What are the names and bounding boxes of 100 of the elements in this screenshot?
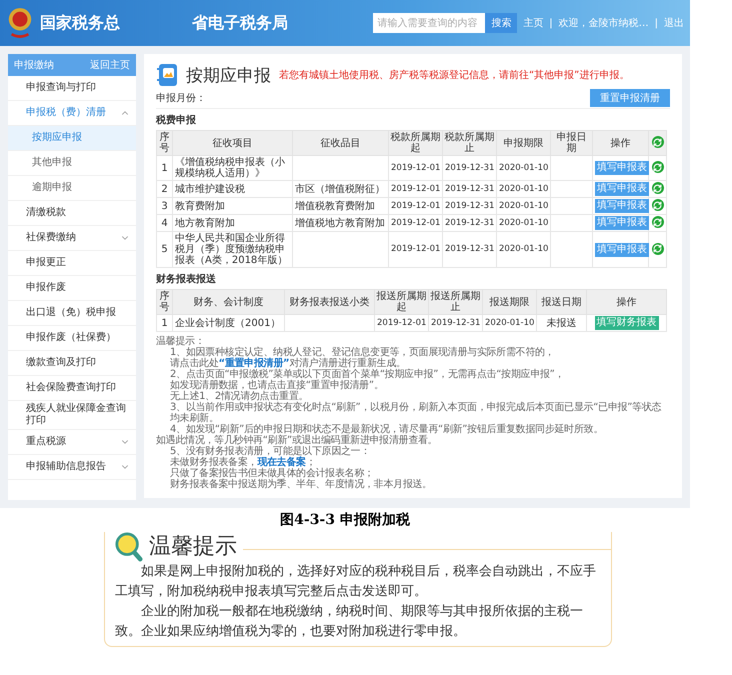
column-header: 序号 — [156, 290, 172, 314]
column-header: 财务报表报送小类 — [284, 290, 374, 314]
tips-title: 温馨提示： — [156, 336, 206, 347]
column-header: 征收品目 — [292, 130, 388, 156]
table-cell: 城市维护建设税 — [172, 180, 292, 198]
refresh-icon[interactable] — [652, 136, 664, 148]
tip-line: 如发现清册数据，也请点击直接“重置申报清册”。 — [169, 380, 384, 391]
tip-line: 1、如因票种核定认定、纳税人登记、登记信息变更等，页面展现清册与实际所需不符的， — [169, 347, 556, 358]
table-cell: 市区（增值税附征） — [292, 180, 388, 198]
table-cell: 2019-12-31 — [428, 314, 482, 332]
column-header: 报送所属期起 — [374, 290, 428, 314]
column-header: 财务、会计制度 — [172, 290, 284, 314]
fill-form-button[interactable]: 填写申报表 — [595, 216, 649, 230]
search-field[interactable]: 请输入需要查询的内容 — [373, 13, 486, 33]
tip-line: 如遇此情况，等几秒钟再“刷新”或退出编码重新进申报清册查看。 — [156, 435, 438, 446]
tip-line: 财务报表备案中报送期为季、半年、年度情况，非本月报送。 — [169, 479, 433, 490]
search-button[interactable]: 搜索 — [485, 13, 518, 33]
table-cell: 2019-12-01 — [388, 198, 442, 214]
column-header: 申报日期 — [550, 130, 592, 156]
table-cell: 中华人民共和国企业所得税月（季）度预缴纳税申报表（A类，2018年版） — [172, 232, 292, 268]
table-cell: 2020-01-10 — [482, 314, 536, 332]
table-cell: 2019-12-31 — [442, 198, 496, 214]
table-cell: 《增值税纳税申报表（小规模纳税人适用）》 — [172, 156, 292, 180]
column-header: 税款所属期止 — [442, 130, 496, 156]
section-title: 财务报表报送 — [156, 272, 217, 287]
fill-form-button[interactable]: 填写申报表 — [595, 182, 649, 196]
table-cell: 2019-12-01 — [388, 180, 442, 198]
sidebar-item[interactable]: 按期应申报 — [8, 126, 136, 151]
back-link[interactable]: 返回主页 — [90, 58, 130, 72]
sidebar-item[interactable]: 残疾人就业保障金查询打印 — [8, 401, 136, 430]
refresh-icon[interactable] — [652, 199, 664, 212]
tip-line: 请点击此处“重置申报清册”对清户清册进行重新生成。 — [169, 358, 406, 369]
table-cell: 2 — [156, 180, 172, 198]
figure-caption: 图4-3-3 申报附加税 — [279, 511, 411, 530]
table-cell: 5 — [156, 232, 172, 268]
table-cell: 2019-12-31 — [442, 232, 496, 268]
column-header: 税款所属期起 — [388, 130, 442, 156]
reset-button[interactable]: 重置申报清册 — [590, 89, 670, 107]
tip-link[interactable]: 现在去备案 — [257, 457, 306, 468]
table-cell: 2019-12-31 — [442, 214, 496, 232]
column-header: 序号 — [156, 130, 172, 156]
table-cell: 2019-12-31 — [442, 180, 496, 198]
site-title: 国家税务总 — [40, 12, 120, 34]
table-cell: 1 — [156, 314, 172, 332]
column-header: 申报期限 — [496, 130, 550, 156]
separator: | — [549, 18, 553, 28]
page-title: 按期应申报 — [186, 64, 271, 86]
tip-line: 无上述1、2情况请勿点击重置。 — [169, 391, 310, 402]
refresh-icon[interactable] — [652, 182, 664, 194]
fill-form-button[interactable]: 填写申报表 — [595, 161, 649, 175]
table-cell: 企业会计制度（2001） — [172, 314, 284, 332]
site-title: 省电子税务局 — [192, 12, 288, 34]
table-cell: 地方教育附加 — [172, 214, 292, 232]
table-cell: 1 — [156, 156, 172, 180]
table-cell: 2020-01-10 — [496, 180, 550, 198]
table-cell: 增值税地方教育附加 — [292, 214, 388, 232]
sidebar-title: 申报缴纳 — [14, 58, 54, 72]
column-header: 操作 — [586, 290, 666, 314]
table-cell: 增值税教育费附加 — [292, 198, 388, 214]
tip-line: 只做了备案报告书但未做具体的会计报表名称； — [169, 468, 374, 479]
refresh-icon[interactable] — [652, 161, 664, 174]
table-cell: 2019-12-31 — [442, 156, 496, 180]
notice-text: 若您有城镇土地使用税、房产税等税源登记信息，请前往“其他申报”进行申报。 — [279, 68, 630, 82]
tip-link[interactable]: “重置申报清册” — [218, 358, 290, 369]
tip-line: 3、以当前作用或申报状态有变化时点“刷新”，以税月份，刷新入本页面，申报完成后本页面已显示“已申报”等状态均未刷新。 — [169, 402, 662, 424]
table-cell: 2019-12-01 — [388, 156, 442, 180]
table-cell: 3 — [156, 198, 172, 214]
table-cell: 未报送 — [536, 314, 586, 332]
table-cell: 2020-01-10 — [496, 156, 550, 180]
separator: | — [654, 18, 658, 28]
tip-title: 温馨提示 — [149, 533, 237, 561]
emblem-icon — [6, 6, 34, 40]
month-label: 申报月份： — [156, 92, 206, 105]
tip-line: 4、如发现“刷新”后的申报日期和状态不是最新状况，请尽量再“刷新”按钮后重复数据同步延时所致。 — [169, 424, 604, 435]
column-header: 报送日期 — [536, 290, 586, 314]
fill-form-button[interactable]: 填写申报表 — [595, 199, 649, 213]
header-link[interactable]: 主页 — [523, 16, 544, 30]
refresh-icon[interactable] — [652, 216, 664, 228]
refresh-icon[interactable] — [652, 242, 664, 255]
table-cell: 2019-12-01 — [388, 232, 442, 268]
table-cell: 2020-01-10 — [496, 214, 550, 232]
table-cell: 教育费附加 — [172, 198, 292, 214]
table-cell: 2019-12-01 — [374, 314, 428, 332]
magnifier-icon — [115, 532, 143, 562]
table-cell: 2020-01-10 — [496, 232, 550, 268]
column-header: 征收项目 — [172, 130, 292, 156]
tip-line: 2、点击页面“申报缴税”菜单或以下页面首个菜单“按期应申报”，无需再点击“按期应申报”， — [169, 369, 566, 380]
column-header: 报送所属期止 — [428, 290, 482, 314]
tip-line: 未做财务报表备案，现在去备案； — [169, 457, 316, 468]
fill-form-button[interactable]: 填写财务报表 — [594, 316, 658, 330]
fill-form-button[interactable]: 填写申报表 — [595, 242, 649, 256]
tip-paragraph: 企业的附加税一般都在地税缴纳，纳税时间、期限等与其申报所依据的主税一致。企业如果应纳增值税为零的，也要对附加税进行零申报。 — [115, 603, 584, 641]
tip-line: 5、没有财务报表清册，可能是以下原因之一： — [169, 446, 372, 457]
section-title: 税费申报 — [156, 114, 197, 128]
table-cell: 4 — [156, 214, 172, 232]
book-icon — [156, 63, 178, 87]
column-header: 操作 — [592, 130, 648, 156]
tip-paragraph: 如果是网上申报附加税的，选择好对应的税种税目后，税率会自动跳出，不应手工填写，附加税纳税申报表填写完整后点击发送即可。 — [115, 563, 597, 601]
column-header: 报送期限 — [482, 290, 536, 314]
table-cell: 2019-12-01 — [388, 214, 442, 232]
